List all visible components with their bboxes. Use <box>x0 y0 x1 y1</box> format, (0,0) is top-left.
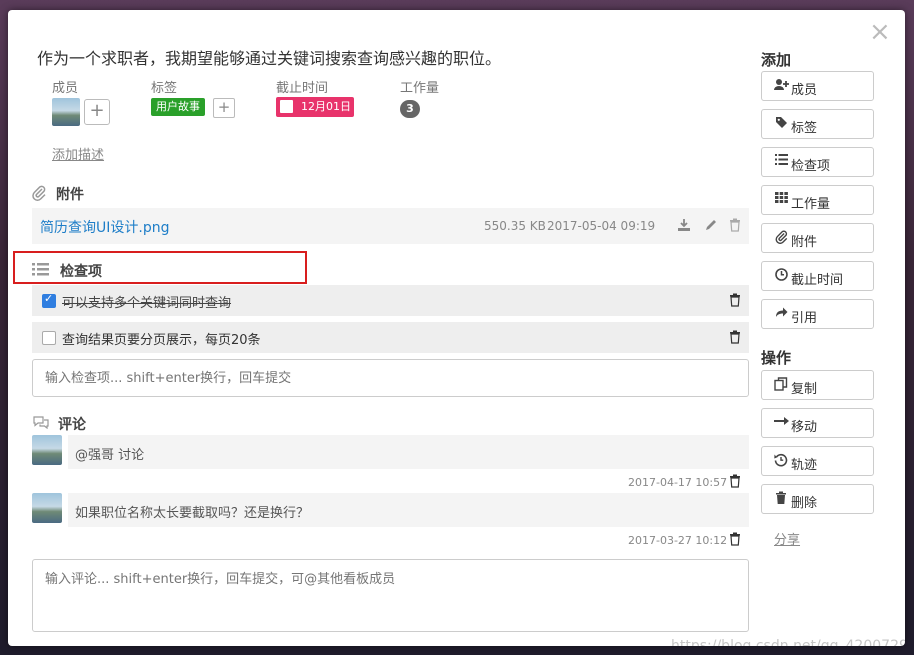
comment-bubble: @强哥 讨论 <box>68 435 749 469</box>
paperclip-icon <box>774 230 788 248</box>
checklist-highlight-box <box>13 251 307 284</box>
add-checklist-button[interactable]: 检查项 <box>761 147 874 177</box>
list-icon <box>774 154 788 169</box>
button-label: 附件 <box>791 235 818 250</box>
add-member-button[interactable]: + <box>84 99 110 125</box>
tags-label: 标签 <box>151 81 178 96</box>
checklist-item: 可以支持多个关键词同时查询 <box>32 285 749 316</box>
button-label: 标签 <box>791 121 818 136</box>
add-tag-button[interactable]: + <box>213 98 235 118</box>
comments-heading: 评论 <box>58 417 86 433</box>
commenter-avatar[interactable] <box>32 435 62 465</box>
add-attachment-button[interactable]: 附件 <box>761 223 874 253</box>
delete-button[interactable]: 删除 <box>761 484 874 514</box>
sidebar-ops-heading: 操作 <box>761 349 792 367</box>
comment-text: @强哥 讨论 <box>75 448 145 463</box>
trash-icon[interactable] <box>729 532 741 550</box>
watermark: https://blog.csdn.net/qq_42007298 <box>671 638 905 646</box>
workload-label: 工作量 <box>400 81 440 96</box>
add-reference-button[interactable]: 引用 <box>761 299 874 329</box>
add-workload-button[interactable]: 工作量 <box>761 185 874 215</box>
due-label: 截止时间 <box>276 81 329 96</box>
card-detail-modal: × 作为一个求职者，我期望能够通过关键词搜索查询感兴趣的职位。 成员 标签 截止… <box>8 10 905 646</box>
due-date-text: 12月01日 <box>301 100 351 113</box>
button-label: 成员 <box>791 83 818 98</box>
checklist-item-checkbox[interactable] <box>42 292 56 308</box>
checklist-item: 查询结果页要分页展示，每页20条 <box>32 322 749 353</box>
comments-icon <box>32 415 50 432</box>
button-label: 复制 <box>791 382 818 397</box>
comment-date: 2017-04-17 10:57 <box>628 476 728 489</box>
trash-icon[interactable] <box>729 218 741 236</box>
commenter-avatar[interactable] <box>32 493 62 523</box>
close-icon[interactable]: × <box>869 19 891 45</box>
history-icon <box>774 453 788 471</box>
download-icon[interactable] <box>677 218 691 236</box>
copy-icon <box>774 377 788 395</box>
history-button[interactable]: 轨迹 <box>761 446 874 476</box>
button-label: 检查项 <box>791 159 831 174</box>
trash-icon[interactable] <box>729 474 741 492</box>
button-label: 工作量 <box>791 197 831 212</box>
tag-badge[interactable]: 用户故事 <box>151 98 205 116</box>
checklist-heading: 检查项 <box>60 264 102 280</box>
arrow-right-icon <box>774 415 789 430</box>
checklist-item-checkbox[interactable] <box>42 331 56 345</box>
grid-icon <box>774 192 788 207</box>
due-complete-checkbox[interactable] <box>280 100 293 113</box>
add-description-link[interactable]: 添加描述 <box>52 144 104 163</box>
add-member-icon <box>774 78 789 95</box>
clock-icon <box>774 268 788 285</box>
attachment-size: 550.35 KB <box>484 219 546 233</box>
add-tag-button[interactable]: 标签 <box>761 109 874 139</box>
trash-icon[interactable] <box>729 330 741 348</box>
due-date-badge[interactable]: 12月01日 <box>276 97 354 117</box>
comment-text: 如果职位名称太长要截取吗？还是换行？ <box>75 506 310 521</box>
attachment-name-link[interactable]: 简历查询UI设计.png <box>40 217 169 237</box>
button-label: 删除 <box>791 496 818 511</box>
add-due-date-button[interactable]: 截止时间 <box>761 261 874 291</box>
comment-date: 2017-03-27 10:12 <box>628 534 728 547</box>
button-label: 截止时间 <box>791 273 844 288</box>
paperclip-icon <box>32 185 46 204</box>
tag-icon <box>774 116 788 133</box>
checklist-item-text[interactable]: 可以支持多个关键词同时查询 <box>62 292 231 311</box>
attachment-date: 2017-05-04 09:19 <box>547 219 656 233</box>
share-icon <box>774 306 788 322</box>
button-label: 引用 <box>791 311 818 326</box>
attachments-heading: 附件 <box>56 187 84 203</box>
attachment-row: 简历查询UI设计.png 550.35 KB 2017-05-04 09:19 <box>32 208 749 244</box>
trash-icon <box>774 491 788 509</box>
checklist-input[interactable] <box>32 359 749 397</box>
copy-button[interactable]: 复制 <box>761 370 874 400</box>
move-button[interactable]: 移动 <box>761 408 874 438</box>
member-avatar[interactable] <box>52 98 80 126</box>
comment-input[interactable] <box>32 559 749 632</box>
edit-icon[interactable] <box>704 218 718 236</box>
list-icon <box>32 263 49 279</box>
comment-bubble: 如果职位名称太长要截取吗？还是换行？ <box>68 493 749 527</box>
workload-badge[interactable]: 3 <box>400 100 420 118</box>
share-link[interactable]: 分享 <box>774 529 800 548</box>
button-label: 轨迹 <box>791 458 818 473</box>
members-label: 成员 <box>52 81 79 96</box>
button-label: 移动 <box>791 420 818 435</box>
add-member-button[interactable]: 成员 <box>761 71 874 101</box>
card-title[interactable]: 作为一个求职者，我期望能够通过关键词搜索查询感兴趣的职位。 <box>37 45 501 69</box>
sidebar-add-heading: 添加 <box>761 51 792 69</box>
trash-icon[interactable] <box>729 293 741 311</box>
checklist-item-text[interactable]: 查询结果页要分页展示，每页20条 <box>62 329 261 348</box>
